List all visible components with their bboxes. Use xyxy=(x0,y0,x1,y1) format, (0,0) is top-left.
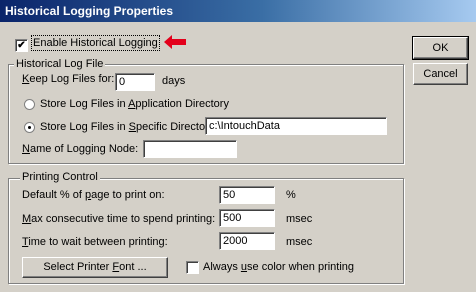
keep-log-days-input[interactable]: 0 xyxy=(115,73,155,91)
ok-button[interactable]: OK xyxy=(412,36,469,60)
directory-input[interactable]: c:\IntouchData xyxy=(205,117,387,135)
select-printer-font-button[interactable]: Select Printer Font ... xyxy=(22,257,168,278)
default-page-input[interactable]: 50 xyxy=(219,186,275,204)
log-file-group-title: Historical Log File xyxy=(14,58,106,70)
wait-time-label: Time to wait between printing: xyxy=(22,236,168,248)
radio-app-directory[interactable] xyxy=(24,99,35,110)
cancel-button[interactable]: Cancel xyxy=(413,63,468,85)
radio-app-directory-label[interactable]: Store Log Files in Application Directory xyxy=(40,98,229,110)
max-time-label: Max consecutive time to spend printing: xyxy=(22,213,216,225)
always-color-checkbox[interactable] xyxy=(186,261,199,274)
always-color-label[interactable]: Always use color when printing xyxy=(203,261,354,273)
keep-log-label: Keep Log Files for: xyxy=(22,73,115,85)
enable-logging-checkbox[interactable]: ✔ xyxy=(15,39,28,52)
wait-time-unit: msec xyxy=(286,236,313,248)
radio-specific-directory-label[interactable]: Store Log Files in Specific Directory: xyxy=(40,121,217,133)
radio-specific-directory[interactable] xyxy=(24,122,35,133)
keep-log-unit: days xyxy=(162,75,186,87)
default-page-label: Default % of page to print on: xyxy=(22,189,165,201)
node-name-label: Name of Logging Node: xyxy=(22,143,139,155)
printing-group-title: Printing Control xyxy=(20,171,100,183)
wait-time-input[interactable]: 2000 xyxy=(219,232,275,250)
max-time-input[interactable]: 500 xyxy=(219,209,275,227)
enable-logging-label[interactable]: Enable Historical Logging xyxy=(31,35,160,51)
default-page-unit: % xyxy=(286,189,296,201)
window-title: Historical Logging Properties xyxy=(0,0,476,22)
max-time-unit: msec xyxy=(286,213,313,225)
red-arrow-annotation xyxy=(164,35,186,49)
node-name-input[interactable] xyxy=(143,140,237,158)
